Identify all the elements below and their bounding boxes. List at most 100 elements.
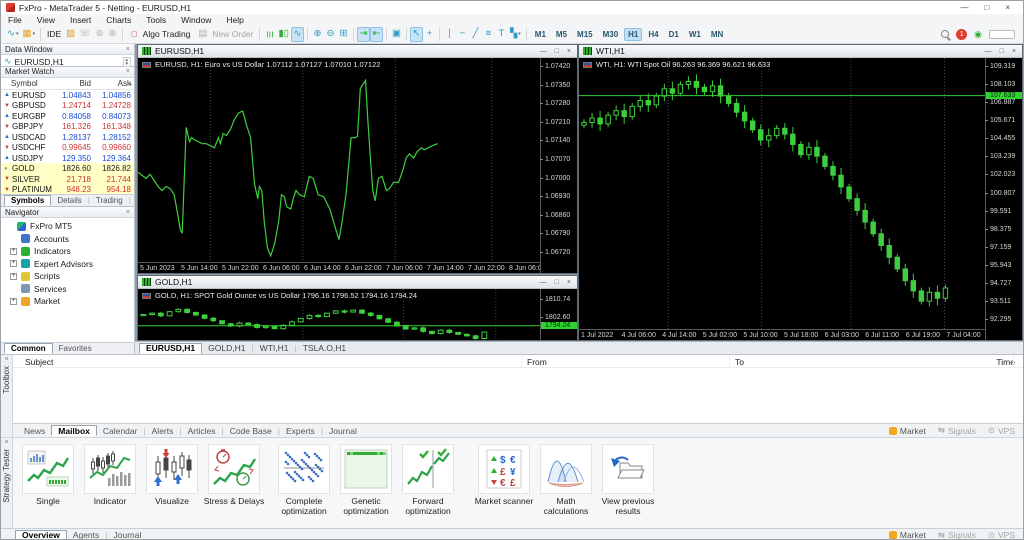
crosshair-icon[interactable]: +: [423, 27, 436, 42]
tester-tab-journal[interactable]: Journal: [108, 530, 148, 539]
tester-tile-visualize[interactable]: Visualize: [141, 444, 203, 516]
auto-scroll-icon[interactable]: ⇥: [356, 26, 370, 42]
tab-trading[interactable]: Trading: [90, 195, 129, 206]
spinner-control[interactable]: ▲ ▼: [122, 56, 131, 67]
line-chart-icon[interactable]: ∿: [290, 26, 304, 42]
menu-insert[interactable]: Insert: [70, 15, 91, 25]
tester-tile-view-previous-results[interactable]: View previous results: [597, 444, 659, 516]
trendline-icon[interactable]: ╱: [469, 27, 482, 42]
table-row-eurusd[interactable]: ▲ EURUSD 1.04843 1.04856: [1, 90, 134, 101]
tab-symbols[interactable]: Symbols: [4, 195, 52, 206]
table-row-gold[interactable]: ● GOLD 1826.60 1826.82: [1, 163, 134, 174]
tab-common[interactable]: Common: [4, 343, 53, 354]
levels-icon[interactable]: ≡: [482, 27, 495, 42]
timeframe-h4[interactable]: H4: [644, 28, 662, 41]
close-icon[interactable]: ×: [126, 68, 130, 75]
tester-tile-single[interactable]: Single: [17, 444, 79, 516]
vps-status[interactable]: ⊙ VPS: [988, 425, 1015, 436]
restore-icon[interactable]: □: [1000, 48, 1004, 55]
table-row-eurgbp[interactable]: ▲ EURGBP 0.84058 0.84073: [1, 111, 134, 122]
toolbox-tab-journal[interactable]: Journal: [323, 425, 363, 436]
toolbox-tab-mailbox[interactable]: Mailbox: [51, 425, 97, 436]
restore-icon[interactable]: □: [555, 279, 559, 286]
navigator-root[interactable]: FxPro MT5: [1, 220, 134, 233]
toolbox-tab-news[interactable]: News: [18, 425, 51, 436]
expand-icon[interactable]: +: [10, 247, 17, 255]
tester-tile-stress-delays[interactable]: Stress & Delays: [203, 444, 265, 516]
new-chart-icon[interactable]: ∿ ▾: [5, 27, 20, 42]
phone-icon[interactable]: ☏: [77, 27, 93, 42]
table-row-gbpusd[interactable]: ▼ GBPUSD 1.24714 1.24728: [1, 100, 134, 111]
time-axis[interactable]: 1 Jul 2022 4 Jul 06:00 4 Jul 14:00 5 Jul 02…: [579, 329, 985, 340]
toolbox-tab-calendar[interactable]: Calendar: [97, 425, 144, 436]
price-axis[interactable]: 1810.74 1802.60 1794.24: [539, 289, 577, 340]
expand-icon[interactable]: +: [10, 297, 17, 305]
candle-chart-icon[interactable]: ▮▯: [276, 27, 290, 42]
expand-icon[interactable]: +: [10, 272, 17, 280]
algo-trading-button[interactable]: ▢ Algo Trading: [126, 27, 193, 42]
bar-chart-icon[interactable]: ☰: [262, 28, 277, 41]
price-axis[interactable]: 109.319 108.103 106.887 105.671 104.455 103.2…: [984, 58, 1022, 340]
table-row-gbpjpy[interactable]: ▼ GBPJPY 161.326 161.348: [1, 121, 134, 132]
table-row-usdjpy[interactable]: ▲ USDJPY 129.350 129.364: [1, 153, 134, 164]
menu-file[interactable]: File: [8, 15, 22, 25]
market-status[interactable]: Market: [888, 530, 926, 539]
zoom-out-icon[interactable]: ⊖: [324, 27, 337, 42]
tester-tile-genetic-optimization[interactable]: Genetic optimization: [335, 444, 397, 516]
vps-status[interactable]: ⊙ VPS: [988, 530, 1015, 540]
chart-tab-wti-h1[interactable]: WTI,H1: [254, 343, 295, 354]
sidebar-item-scripts[interactable]: + Scripts: [1, 270, 134, 283]
tester-tile-complete-optimization[interactable]: Complete optimization: [273, 444, 335, 516]
chart-tab-eurusd-h1[interactable]: EURUSD,H1: [139, 342, 203, 354]
timeframe-mn[interactable]: MN: [707, 28, 727, 41]
time-axis[interactable]: 5 Jun 2023 5 Jun 14:00 5 Jun 22:00 6 Jun 06…: [138, 262, 540, 273]
sidebar-item-indicators[interactable]: + Indicators: [1, 245, 134, 258]
chat-icon[interactable]: ⊚: [93, 27, 106, 42]
minimize-icon[interactable]: —: [985, 48, 992, 55]
close-icon[interactable]: ×: [1005, 3, 1010, 12]
table-row-platinum[interactable]: ▼ PLATINUM 948.23 954.18: [1, 184, 134, 194]
minimize-icon[interactable]: —: [540, 279, 547, 286]
chart-window-titlebar[interactable]: GOLD,H1 — □ ×: [138, 276, 577, 289]
column-header-bid[interactable]: Bid: [52, 79, 91, 88]
metaeditor-icon[interactable]: ▨: [64, 27, 77, 42]
toolbox-tab-code-base[interactable]: Code Base: [224, 425, 278, 436]
timeframe-m5[interactable]: M5: [552, 28, 571, 41]
profiles-icon[interactable]: ▦ ▾: [20, 27, 37, 42]
menu-window[interactable]: Window: [181, 15, 211, 25]
mail-column-from[interactable]: From: [527, 357, 547, 367]
toolbox-tab-articles[interactable]: Articles: [182, 425, 222, 436]
restore-icon[interactable]: □: [555, 48, 559, 55]
tester-tile-market-scanner[interactable]: $ € £ ¥ € £ Market scanner: [473, 444, 535, 516]
chart-window-titlebar[interactable]: WTI,H1 — □ ×: [579, 45, 1022, 58]
table-row-silver[interactable]: ▼ SILVER 21.718 21.744: [1, 173, 134, 185]
menu-view[interactable]: View: [37, 15, 55, 25]
close-icon[interactable]: ×: [4, 356, 8, 363]
table-row-usdchf[interactable]: ▼ USDCHF 0.99645 0.99660: [1, 142, 134, 153]
scroll-up-icon[interactable]: ▲: [128, 81, 133, 87]
shapes-icon[interactable]: ▚ ▾: [508, 27, 523, 42]
close-icon[interactable]: ×: [567, 279, 571, 286]
menu-charts[interactable]: Charts: [106, 15, 131, 25]
tester-tile-forward-optimization[interactable]: Forward optimization: [397, 444, 459, 516]
timeframe-d1[interactable]: D1: [665, 28, 683, 41]
signals-status[interactable]: ⇆ Signals: [938, 530, 976, 540]
mail-column-to[interactable]: To: [735, 357, 744, 367]
column-header-ask[interactable]: Ask: [91, 79, 131, 88]
tester-tab-agents[interactable]: Agents: [67, 530, 105, 539]
minimize-icon[interactable]: —: [960, 3, 968, 12]
chart-tab-tsla-o-h1[interactable]: TSLA.O,H1: [297, 343, 352, 354]
connection-status-icon[interactable]: ◉: [974, 29, 982, 40]
text-tool-icon[interactable]: T: [495, 27, 508, 42]
chart-window-titlebar[interactable]: EURUSD,H1 — □ ×: [138, 45, 577, 58]
toolbox-tab-alerts[interactable]: Alerts: [146, 425, 180, 436]
sidebar-item-services[interactable]: Services: [1, 283, 134, 296]
chart-tab-gold-h1[interactable]: GOLD,H1: [202, 343, 251, 354]
notifications-badge[interactable]: 1: [956, 28, 968, 40]
tester-tile-indicator[interactable]: Indicator: [79, 444, 141, 516]
timeframe-m30[interactable]: M30: [599, 28, 623, 41]
timeframe-m15[interactable]: M15: [573, 28, 597, 41]
minimize-icon[interactable]: —: [540, 48, 547, 55]
timeframe-w1[interactable]: W1: [685, 28, 705, 41]
chart-shift-icon[interactable]: ⇤: [369, 26, 383, 42]
